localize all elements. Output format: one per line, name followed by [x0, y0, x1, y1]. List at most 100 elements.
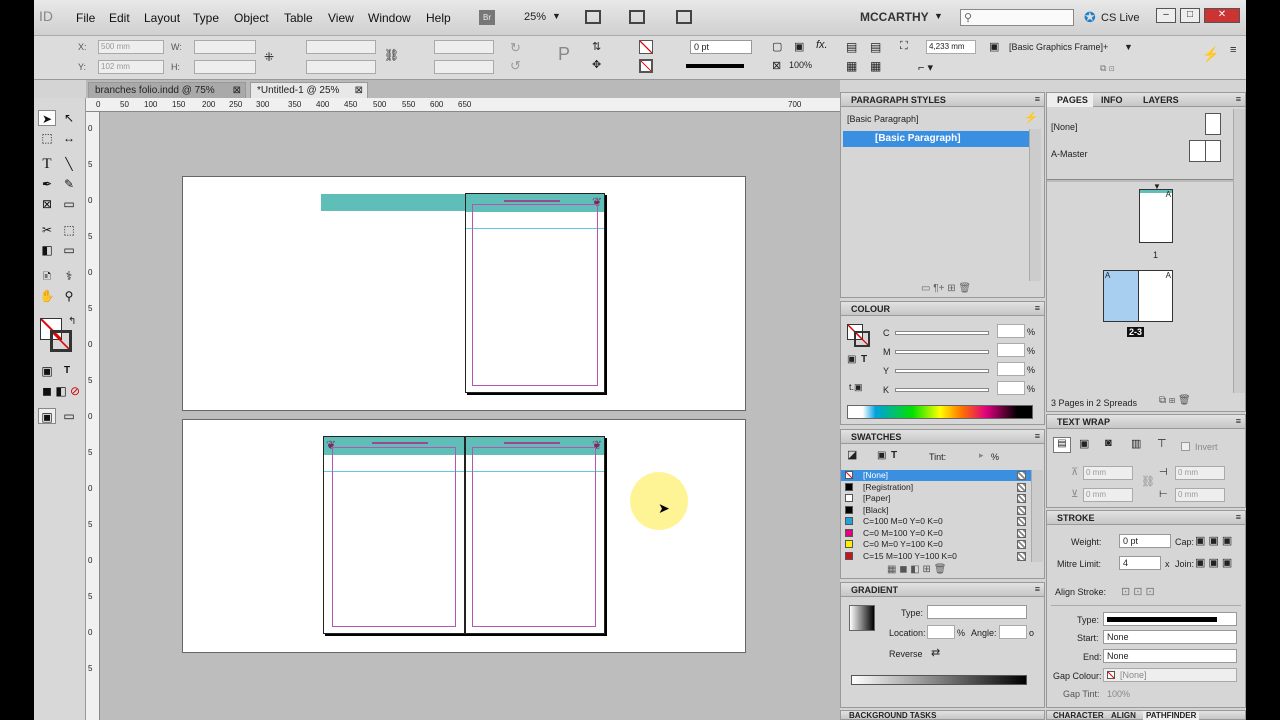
- master-a[interactable]: A-Master: [1051, 149, 1088, 159]
- chevron-down-icon[interactable]: ▼: [552, 11, 561, 21]
- panel-header[interactable]: STROKE: [1047, 511, 1245, 525]
- w-field[interactable]: [194, 40, 256, 54]
- panel-header[interactable]: SWATCHES: [841, 430, 1044, 444]
- clear-overrides-icon[interactable]: ⧉ ⊡: [1100, 63, 1115, 74]
- pen-tool-icon[interactable]: ✒: [38, 176, 56, 192]
- page-1-thumbnail[interactable]: A: [1139, 189, 1173, 243]
- right-offset-field[interactable]: 0 mm: [1175, 488, 1225, 502]
- note-tool-icon[interactable]: 🗈: [38, 268, 56, 284]
- scrollbar[interactable]: [1233, 109, 1245, 393]
- left-offset-field[interactable]: 0 mm: [1175, 466, 1225, 480]
- invert-checkbox[interactable]: [1181, 442, 1190, 451]
- selection-tool-icon[interactable]: ➤: [38, 110, 56, 126]
- panel-header[interactable]: GRADIENT: [841, 583, 1044, 597]
- angle-field[interactable]: [999, 625, 1027, 639]
- pages-actions-icon[interactable]: ⧉ ⊞ 🗑: [1159, 395, 1191, 406]
- panel-menu-icon[interactable]: ≡: [1035, 584, 1040, 594]
- frame-view-icon[interactable]: [585, 10, 601, 24]
- h-field[interactable]: [194, 60, 256, 74]
- cyan-slider[interactable]: [895, 331, 989, 335]
- panel-menu-icon[interactable]: ≡: [1236, 512, 1241, 522]
- swatch-row[interactable]: C=100 M=0 Y=0 K=0: [841, 516, 1031, 527]
- fx-icon[interactable]: fx.: [816, 39, 828, 51]
- preview-mode-icon[interactable]: ▭: [60, 408, 78, 424]
- tab-align[interactable]: ALIGN: [1111, 711, 1136, 720]
- panel-header[interactable]: TEXT WRAP: [1047, 415, 1245, 429]
- x-field[interactable]: 500 mm: [98, 40, 164, 54]
- page-3[interactable]: ❦: [465, 436, 605, 634]
- color-mode-icon[interactable]: t.▣: [849, 382, 863, 393]
- gradient-type-select[interactable]: [927, 605, 1027, 619]
- select-content-icon[interactable]: ✥: [592, 58, 601, 71]
- mitre-field[interactable]: 4: [1119, 556, 1161, 570]
- object-style-select[interactable]: [Basic Graphics Frame]+: [1009, 42, 1108, 52]
- chevron-right-icon[interactable]: ▸: [979, 450, 984, 461]
- swatch-row[interactable]: C=0 M=0 Y=100 K=0: [841, 539, 1031, 550]
- gradient-feather-tool-icon[interactable]: ▭: [60, 242, 78, 258]
- flip-icon[interactable]: ↺: [510, 58, 521, 74]
- workspace-switcher[interactable]: MCCARTHY: [860, 10, 929, 24]
- align-left-icon[interactable]: ▤: [846, 40, 857, 54]
- master-thumbnail[interactable]: [1189, 140, 1221, 162]
- constrain-proportions-icon[interactable]: ⛓: [384, 48, 399, 62]
- black-field[interactable]: [997, 381, 1025, 395]
- menu-file[interactable]: File: [76, 11, 95, 25]
- no-wrap-icon[interactable]: ▤: [1053, 437, 1071, 453]
- type-tool-icon[interactable]: T: [38, 156, 56, 172]
- scale-x-field[interactable]: [306, 40, 376, 54]
- tab-layers[interactable]: LAYERS: [1143, 93, 1179, 107]
- gap-tool-icon[interactable]: ↔: [60, 130, 78, 146]
- location-field[interactable]: [927, 625, 955, 639]
- top-offset-field[interactable]: 0 mm: [1083, 466, 1133, 480]
- align-top-icon[interactable]: ▦: [846, 59, 857, 73]
- scale-y-field[interactable]: [306, 60, 376, 74]
- panel-actions-icon[interactable]: ▭ ¶+ ⊞ 🗑: [921, 283, 971, 294]
- tab-pages[interactable]: PAGES: [1047, 93, 1093, 107]
- arrange-documents-icon[interactable]: [676, 10, 692, 24]
- align-bottom-icon[interactable]: ▦: [870, 59, 881, 73]
- container-icon[interactable]: ▣: [847, 354, 856, 365]
- rectangle-frame-tool-icon[interactable]: ⊠: [38, 196, 56, 212]
- cs-live-button[interactable]: CS Live: [1101, 12, 1140, 24]
- menu-edit[interactable]: Edit: [109, 11, 130, 25]
- rotate-icon[interactable]: ↻: [510, 40, 521, 56]
- black-slider[interactable]: [895, 388, 989, 392]
- end-select[interactable]: None: [1103, 649, 1237, 663]
- panel-menu-icon[interactable]: ≡: [1236, 94, 1241, 104]
- corner-shape-select[interactable]: ⌐ ▾: [918, 61, 933, 74]
- swap-fill-stroke-icon[interactable]: ↰: [68, 316, 76, 327]
- hand-tool-icon[interactable]: ✋: [38, 288, 56, 304]
- page-tool-icon[interactable]: ⬚: [38, 130, 56, 146]
- direct-selection-tool-icon[interactable]: ↖: [60, 110, 78, 126]
- stroke-swatch-icon[interactable]: [639, 59, 653, 73]
- chevron-down-icon[interactable]: ▼: [1124, 42, 1133, 52]
- start-select[interactable]: None: [1103, 630, 1237, 644]
- stroke-swatch-icon[interactable]: [854, 331, 870, 347]
- panel-menu-icon[interactable]: ≡: [1035, 94, 1040, 104]
- close-button[interactable]: ✕: [1204, 8, 1240, 23]
- zoom-level[interactable]: 25%: [524, 11, 546, 23]
- menu-help[interactable]: Help: [426, 11, 451, 25]
- free-transform-tool-icon[interactable]: ⬚: [60, 222, 78, 238]
- panel-divider[interactable]: [1047, 179, 1245, 182]
- normal-view-icon[interactable]: ▣: [38, 408, 56, 424]
- close-icon[interactable]: ⊠: [355, 83, 363, 98]
- tab-info[interactable]: INFO: [1101, 93, 1123, 107]
- menu-object[interactable]: Object: [234, 11, 269, 25]
- stroke-type-select[interactable]: [686, 64, 744, 68]
- jump-object-icon[interactable]: ▥: [1131, 437, 1141, 450]
- shear-field[interactable]: [434, 60, 494, 74]
- swatch-row[interactable]: C=0 M=100 Y=0 K=0: [841, 528, 1031, 539]
- colour-spectrum[interactable]: [847, 405, 1033, 419]
- page-2[interactable]: ❦: [323, 436, 465, 634]
- apply-none-icon[interactable]: ⊘: [66, 383, 84, 399]
- swatch-row[interactable]: [None]: [841, 470, 1031, 481]
- magenta-slider[interactable]: [895, 350, 989, 354]
- align-stroke-icons[interactable]: ⊡ ⊡ ⊡: [1121, 585, 1155, 598]
- fit-value-field[interactable]: 4,233 mm: [926, 40, 976, 54]
- minimize-button[interactable]: –: [1156, 8, 1176, 23]
- gap-tint-value[interactable]: 100%: [1107, 689, 1130, 699]
- rotation-field[interactable]: [434, 40, 494, 54]
- gradient-ramp[interactable]: [851, 675, 1027, 685]
- stroke-swatch-icon[interactable]: [50, 330, 72, 352]
